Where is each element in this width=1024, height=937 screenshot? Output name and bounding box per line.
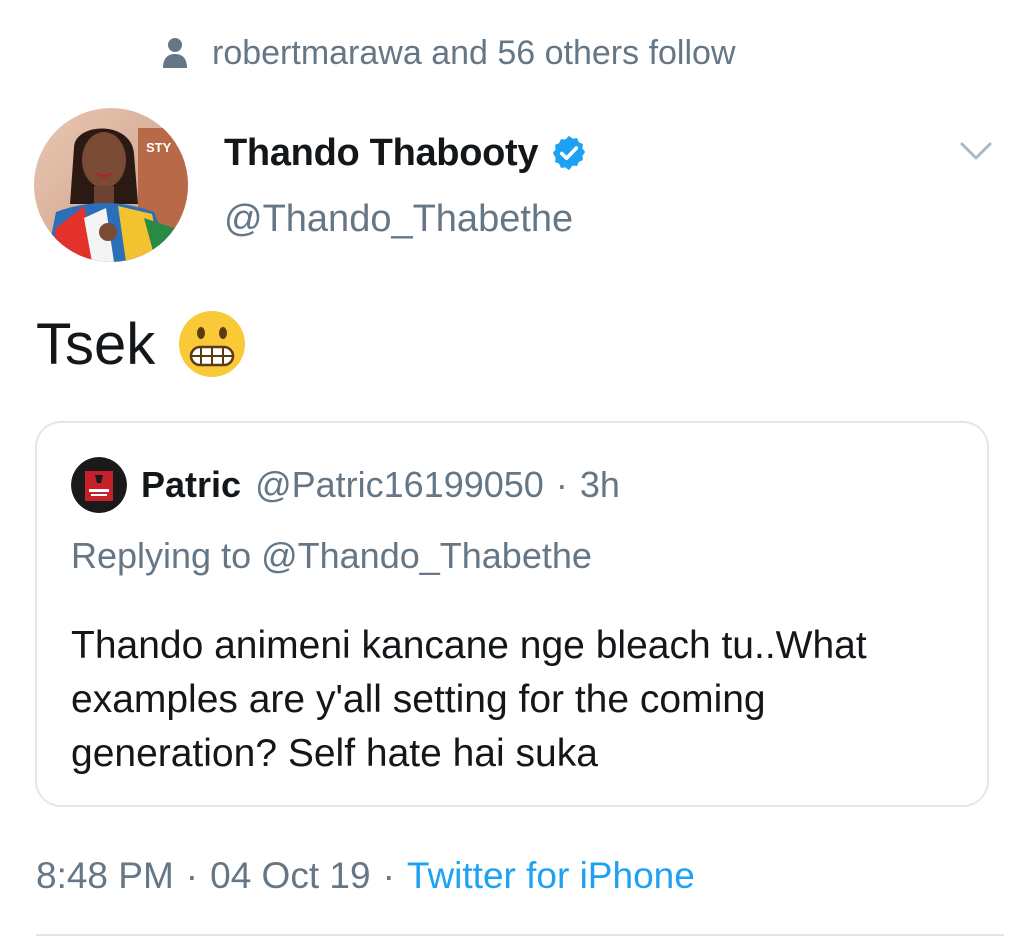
author-display-name[interactable]: Thando Thabooty: [224, 132, 539, 175]
tweet-date: 04 Oct 19: [210, 855, 371, 896]
tweet-timestamp: 8:48 PM · 04 Oct 19 · Twitter for iPhone: [36, 850, 695, 902]
timestamp-separator: ·: [382, 855, 395, 896]
verified-badge-icon: [550, 134, 588, 172]
tweet-time: 8:48 PM: [36, 855, 174, 896]
quoted-author-handle[interactable]: @Patric16199050: [255, 464, 544, 506]
tweet-source-link[interactable]: Twitter for iPhone: [407, 855, 695, 897]
quoted-tweet-header: Patric @Patric16199050 · 3h: [71, 457, 620, 513]
tweet-author[interactable]: Thando Thabooty @Thando_Thabethe: [224, 126, 588, 241]
svg-text:STY: STY: [146, 140, 172, 155]
tweet-text: Tsek: [36, 306, 247, 382]
quoted-tweet-age: 3h: [579, 464, 620, 505]
divider: [36, 934, 1004, 936]
social-context-text: robertmarawa and 56 others follow: [212, 33, 736, 72]
chevron-down-icon[interactable]: [958, 138, 994, 164]
grimacing-face-icon: [177, 309, 247, 379]
quoted-author-avatar[interactable]: [71, 457, 127, 513]
meta-separator: ·: [555, 464, 568, 505]
quoted-author-name[interactable]: Patric: [141, 464, 241, 506]
tweet-text-content: Tsek: [36, 311, 156, 377]
person-icon: [160, 36, 190, 70]
quoted-tweet-card[interactable]: Patric @Patric16199050 · 3h Replying to …: [35, 421, 989, 807]
timestamp-separator: ·: [185, 855, 199, 896]
author-handle[interactable]: @Thando_Thabethe: [224, 198, 588, 241]
quoted-author-meta: @Patric16199050 · 3h: [255, 464, 620, 506]
replying-to: Replying to @Thando_Thabethe: [71, 535, 592, 576]
social-context[interactable]: robertmarawa and 56 others follow: [160, 30, 736, 76]
author-avatar[interactable]: STY: [34, 108, 188, 262]
quoted-tweet-text: Thando animeni kancane nge bleach tu..Wh…: [71, 624, 867, 775]
